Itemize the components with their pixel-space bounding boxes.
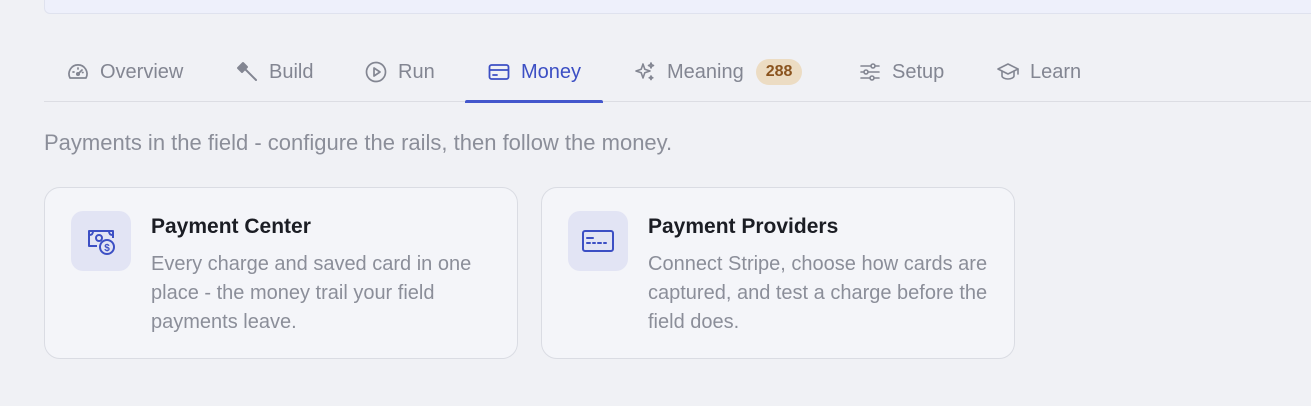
- tab-learn[interactable]: Learn: [996, 42, 1081, 102]
- tab-label: Money: [521, 60, 582, 83]
- card-description: Every charge and saved card in one place…: [151, 253, 472, 333]
- hammer-icon: [237, 62, 257, 81]
- money-dollar-icon: $: [88, 230, 115, 255]
- play-circle-icon: [365, 61, 387, 83]
- count-badge: 288: [755, 59, 803, 85]
- tab-label: Setup: [892, 60, 945, 83]
- sparkles-icon: [635, 62, 655, 81]
- credit-card-icon: [488, 64, 510, 80]
- top-panel: [44, 0, 1311, 14]
- graduation-cap-icon: [997, 63, 1019, 80]
- tab-label: Build: [269, 60, 314, 83]
- card-title: Payment Center: [151, 215, 311, 238]
- card-payment-center[interactable]: $ Payment Center Every charge and saved …: [44, 187, 518, 359]
- tab-setup[interactable]: Setup: [858, 42, 944, 102]
- credit-card-icon: [582, 230, 614, 252]
- tab-label: Meaning: [667, 60, 744, 83]
- page-subtitle: Payments in the field - configure the ra…: [44, 130, 673, 155]
- tab-label: Learn: [1030, 60, 1082, 83]
- card-title: Payment Providers: [648, 215, 839, 238]
- svg-text:$: $: [104, 243, 110, 254]
- card-description: Connect Stripe, choose how cards are cap…: [648, 253, 988, 333]
- card-icon-tile: [568, 211, 628, 271]
- tab-overview[interactable]: Overview: [66, 42, 183, 102]
- tab-meaning[interactable]: Meaning 288: [633, 42, 803, 102]
- gauge-icon: [68, 64, 88, 79]
- sliders-icon: [860, 63, 880, 81]
- tab-bar: Overview Build Run Money Meaning 288 Set…: [44, 42, 1311, 103]
- tab-label: Overview: [100, 60, 184, 83]
- tab-money[interactable]: Money: [464, 42, 604, 103]
- tab-run[interactable]: Run: [364, 42, 435, 102]
- tab-label: Run: [398, 60, 435, 83]
- card-payment-providers[interactable]: Payment Providers Connect Stripe, choose…: [541, 187, 1015, 359]
- card-icon-tile: $: [71, 211, 131, 271]
- tab-build[interactable]: Build: [235, 42, 313, 102]
